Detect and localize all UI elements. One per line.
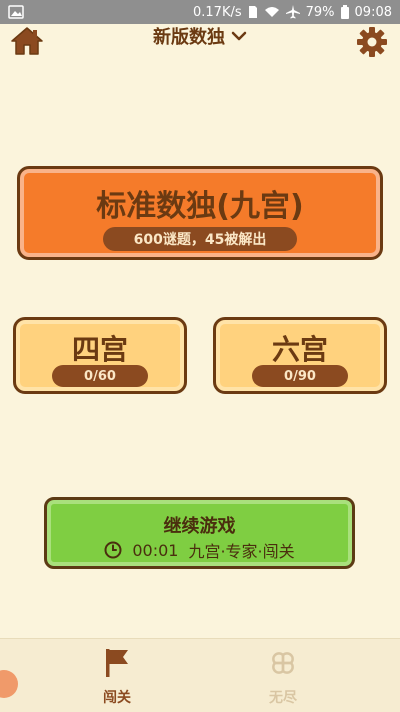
gear-icon [357,27,387,57]
battery-percent: 79% [305,4,335,20]
battery-icon [340,5,349,19]
tab-level-label: 闯关 [103,690,131,706]
six-box-progress: 0/90 [252,365,348,387]
four-box-card[interactable]: 四宫 0/60 [13,317,187,394]
continue-game-info: 00:01 九宫·专家·闯关 [47,540,352,561]
standard-sudoku-stats: 600谜题，45被解出 [103,227,297,251]
six-box-title: 六宫 [271,333,328,366]
flag-icon [106,649,128,677]
mode-title: 新版数独 [153,27,225,48]
airplane-icon [285,5,300,19]
chevron-down-icon [231,31,247,41]
six-box-card[interactable]: 六宫 0/90 [213,317,387,394]
four-box-title: 四宫 [71,333,128,366]
clover-icon [272,652,294,674]
header: 新版数独 [0,24,400,68]
settings-button[interactable] [356,26,388,58]
continue-game-detail: 九宫·专家·闯关 [188,542,295,561]
tab-endless-label: 无尽 [269,690,297,706]
bottom-nav: 闯关 无尽 [0,638,400,712]
continue-game-time: 00:01 [132,540,179,560]
four-box-progress: 0/60 [52,365,148,387]
status-bar: 0.17K/s 79% 09:08 [0,0,400,24]
tab-level[interactable]: 闯关 [77,647,157,707]
wifi-icon [264,6,280,18]
clock-icon [104,541,122,559]
network-speed: 0.17K/s [193,4,242,20]
standard-sudoku-title: 标准数独(九宫) [96,189,304,224]
mode-selector[interactable]: 新版数独 [0,24,400,48]
tab-endless[interactable]: 无尽 [243,647,323,707]
clock: 09:08 [354,4,392,20]
continue-game-button[interactable]: 继续游戏 00:01 九宫·专家·闯关 [44,497,355,569]
continue-game-label: 继续游戏 [163,516,236,537]
standard-sudoku-card[interactable]: 标准数独(九宫) 600谜题，45被解出 [17,166,383,260]
sim-icon [248,5,258,19]
gallery-notification-icon [8,4,24,20]
